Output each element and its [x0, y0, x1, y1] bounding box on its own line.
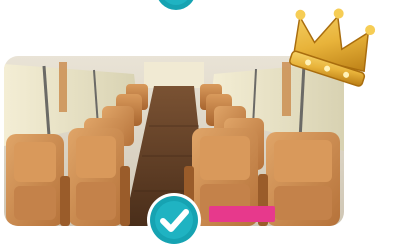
seat-sign [209, 206, 275, 222]
check-badge-icon [147, 193, 201, 247]
check-badge-icon-top [158, 0, 194, 10]
crown-icon [289, 8, 376, 87]
promo-scene [0, 0, 393, 248]
